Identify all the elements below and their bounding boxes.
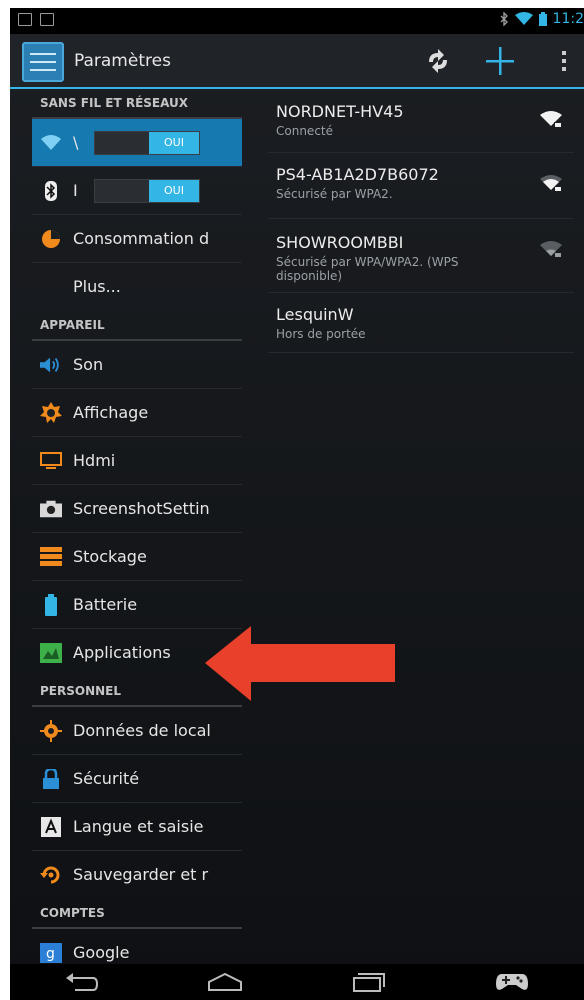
- wifi-signal-icon: [540, 175, 562, 191]
- battery-status-icon: [538, 12, 547, 26]
- speaker-icon: [40, 355, 62, 375]
- google-icon: g: [40, 943, 62, 963]
- settings-item-sound[interactable]: Son: [32, 341, 242, 389]
- network-name: NORDNET-HV45: [276, 102, 404, 121]
- wifi-signal-icon: [540, 241, 562, 257]
- wifi-icon: [40, 133, 62, 153]
- bluetooth-toggle[interactable]: OUI: [94, 179, 200, 203]
- add-network-button[interactable]: [484, 46, 516, 76]
- battery-icon: [40, 594, 62, 616]
- settings-item-label: Consommation d: [73, 229, 210, 248]
- network-name: SHOWROOMBBI: [276, 233, 404, 252]
- wifi-scan-button[interactable]: [422, 46, 454, 76]
- system-navigation-bar: [10, 964, 584, 1000]
- settings-item-label: Sécurité: [73, 769, 140, 788]
- settings-app-icon[interactable]: [22, 42, 64, 82]
- section-header-accounts: COMPTES: [32, 899, 242, 929]
- recent-apps-button[interactable]: [349, 968, 389, 996]
- language-icon: [40, 817, 62, 837]
- settings-item-label: Sauvegarder et r: [73, 865, 209, 884]
- wifi-toggle[interactable]: OUI: [94, 131, 200, 155]
- bluetooth-icon: [40, 181, 62, 201]
- image-notification-icon: [18, 13, 32, 26]
- wifi-network-list: NORDNET-HV45 Connecté PS4-AB1A2D7B6072 S…: [268, 89, 574, 353]
- backup-icon: [40, 865, 62, 885]
- monitor-icon: [40, 451, 62, 471]
- refresh-icon: [429, 49, 447, 73]
- clock: 11:2: [552, 11, 584, 27]
- settings-item-data-usage[interactable]: Consommation d: [32, 215, 242, 263]
- settings-item-label: Son: [73, 355, 104, 374]
- network-status: Hors de portée: [276, 327, 366, 341]
- back-icon: [65, 973, 98, 991]
- settings-item-label: Google: [73, 943, 130, 962]
- settings-item-label: Langue et saisie: [73, 817, 204, 836]
- toggle-label: OUI: [149, 132, 199, 154]
- home-button[interactable]: [205, 968, 245, 996]
- settings-item-label: Données de local: [73, 721, 211, 740]
- settings-item-hdmi[interactable]: Hdmi: [32, 437, 242, 485]
- settings-item-bluetooth[interactable]: I OUI: [32, 167, 242, 215]
- back-button[interactable]: [62, 968, 102, 996]
- network-item[interactable]: PS4-AB1A2D7B6072 Sécurisé par WPA2.: [268, 153, 574, 219]
- page-title: Paramètres: [74, 51, 171, 71]
- wifi-status-icon: [514, 12, 533, 25]
- action-bar: Paramètres: [10, 34, 584, 89]
- gamepad-button[interactable]: [492, 968, 532, 996]
- tablet-screen: 11:2 Paramètres SANS FIL ET RÉSEAUX \ OU…: [10, 8, 584, 1000]
- settings-item-label: Plus...: [73, 277, 121, 296]
- settings-item-battery[interactable]: Batterie: [32, 581, 242, 629]
- settings-item-screenshot[interactable]: ScreenshotSettin: [32, 485, 242, 533]
- section-header-device: APPAREIL: [32, 311, 242, 341]
- recent-apps-icon: [352, 973, 385, 992]
- lock-icon: [40, 769, 62, 789]
- network-name: LesquinW: [276, 305, 354, 324]
- network-name: PS4-AB1A2D7B6072: [276, 165, 439, 184]
- data-usage-icon: [40, 229, 62, 249]
- network-status: Connecté: [276, 124, 333, 138]
- network-item[interactable]: NORDNET-HV45 Connecté: [268, 89, 574, 153]
- settings-item-label: Applications: [73, 643, 171, 662]
- bluetooth-status-icon: [500, 12, 508, 26]
- settings-list: SANS FIL ET RÉSEAUX \ OUI I OUI Consomma…: [32, 89, 242, 977]
- settings-item-display[interactable]: Affichage: [32, 389, 242, 437]
- home-icon: [208, 973, 243, 991]
- applications-icon: [40, 643, 62, 663]
- settings-item-label: Stockage: [73, 547, 147, 566]
- settings-item-label: Hdmi: [73, 451, 116, 470]
- settings-item-location[interactable]: Données de local: [32, 707, 242, 755]
- settings-item-label: Affichage: [73, 403, 149, 422]
- storage-icon: [40, 547, 62, 567]
- camera-icon: [40, 499, 62, 519]
- location-icon: [40, 720, 62, 742]
- overflow-menu-button[interactable]: [548, 46, 580, 76]
- settings-item-label: \: [73, 133, 79, 152]
- settings-item-label: ScreenshotSettin: [73, 499, 210, 518]
- settings-item-security[interactable]: Sécurité: [32, 755, 242, 803]
- settings-item-language[interactable]: Langue et saisie: [32, 803, 242, 851]
- wifi-signal-icon: [540, 111, 562, 127]
- status-bar: 11:2: [10, 8, 584, 34]
- settings-item-more[interactable]: Plus...: [32, 263, 242, 311]
- network-item[interactable]: LesquinW Hors de portée: [268, 293, 574, 353]
- settings-item-backup[interactable]: Sauvegarder et r: [32, 851, 242, 899]
- settings-item-storage[interactable]: Stockage: [32, 533, 242, 581]
- gmail-notification-icon: [40, 13, 54, 26]
- more-vertical-icon: [562, 51, 566, 71]
- network-item[interactable]: SHOWROOMBBI Sécurisé par WPA/WPA2. (WPS …: [268, 219, 574, 293]
- toggle-label: OUI: [149, 180, 199, 202]
- settings-item-wifi[interactable]: \ OUI: [32, 119, 242, 167]
- gamepad-icon: [496, 974, 529, 990]
- network-status: Sécurisé par WPA2.: [276, 187, 393, 201]
- settings-item-label: I: [73, 181, 78, 200]
- plus-icon: [486, 47, 514, 75]
- section-header-wireless: SANS FIL ET RÉSEAUX: [32, 89, 242, 119]
- brightness-icon: [40, 402, 62, 423]
- red-arrow-annotation: [205, 626, 395, 701]
- settings-item-label: Batterie: [73, 595, 138, 614]
- network-status: Sécurisé par WPA/WPA2. (WPS disponible): [276, 255, 459, 283]
- svg-text:g: g: [46, 946, 55, 962]
